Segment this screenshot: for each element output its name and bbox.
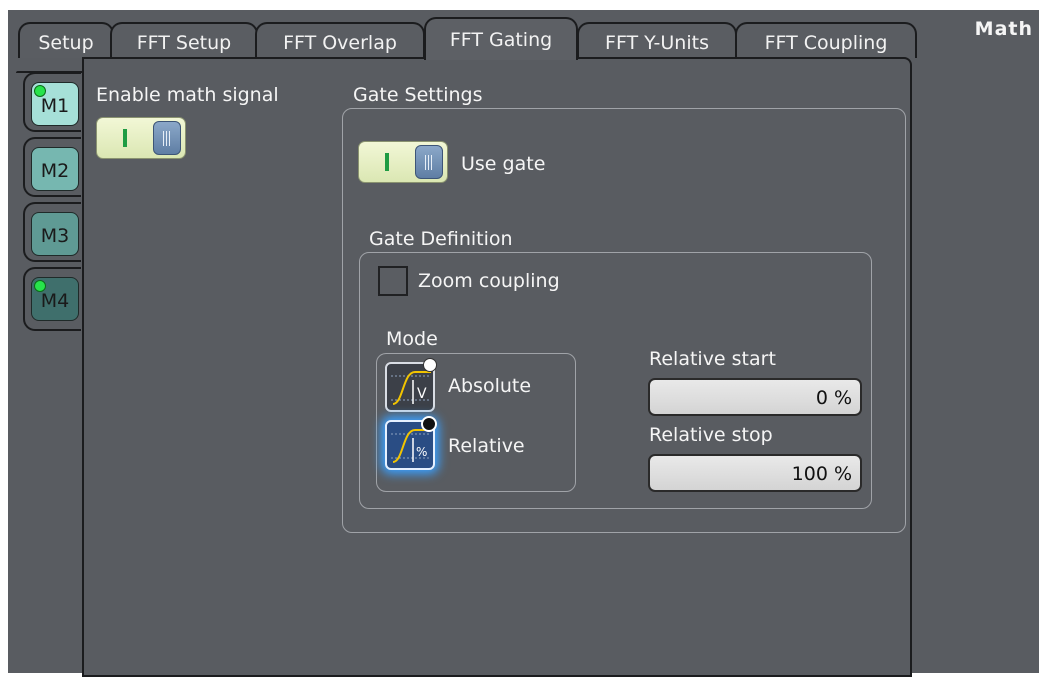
side-tab-m1[interactable]: M1: [23, 72, 81, 132]
side-tab-m2-button[interactable]: M2: [31, 147, 79, 191]
toggle-knob-icon: [153, 121, 181, 155]
mode-label: Mode: [386, 328, 438, 350]
enabled-indicator-icon: [34, 280, 46, 292]
side-tab-m4-label: M4: [40, 290, 70, 312]
side-panel-border: [82, 330, 84, 675]
mode-indicator-icon: [421, 416, 437, 432]
side-tab-m1-button[interactable]: M1: [31, 82, 79, 126]
svg-text:%: %: [416, 445, 427, 459]
toggle-on-icon: [385, 153, 389, 171]
tab-fft-setup[interactable]: FFT Setup: [110, 22, 258, 58]
enable-math-label: Enable math signal: [96, 84, 279, 106]
relative-start-label: Relative start: [649, 348, 776, 370]
side-tab-m3[interactable]: M3: [23, 202, 81, 262]
enabled-indicator-icon: [34, 85, 46, 97]
use-gate-toggle[interactable]: [358, 141, 448, 183]
relative-start-field[interactable]: 0 %: [648, 378, 862, 416]
gate-definition-title: Gate Definition: [369, 228, 513, 250]
side-tab-m4[interactable]: M4: [23, 267, 81, 331]
zoom-coupling-checkbox[interactable]: [378, 266, 408, 296]
mode-indicator-icon: [423, 358, 437, 372]
mode-relative-label: Relative: [448, 435, 525, 457]
tab-fft-gating[interactable]: FFT Gating: [424, 17, 578, 60]
side-tab-m4-button[interactable]: M4: [31, 277, 79, 321]
zoom-coupling-label: Zoom coupling: [418, 270, 560, 292]
side-tab-m2[interactable]: M2: [23, 137, 81, 197]
mode-relative-button[interactable]: %: [385, 416, 437, 470]
toggle-knob-icon: [415, 145, 443, 179]
side-tab-m1-label: M1: [40, 95, 70, 117]
svg-text:V: V: [417, 386, 427, 402]
tab-fft-coupling[interactable]: FFT Coupling: [735, 22, 917, 58]
relative-stop-label: Relative stop: [649, 424, 773, 446]
mode-absolute-label: Absolute: [448, 375, 532, 397]
tab-fft-y-units[interactable]: FFT Y-Units: [577, 22, 737, 58]
toggle-on-icon: [123, 129, 127, 147]
mode-absolute-button[interactable]: V: [385, 358, 437, 412]
use-gate-label: Use gate: [461, 153, 546, 175]
side-tab-m2-label: M2: [40, 160, 70, 182]
absolute-gate-icon: V: [391, 371, 431, 405]
window-title: Math: [974, 18, 1033, 40]
tab-fft-overlap[interactable]: FFT Overlap: [255, 22, 425, 58]
enable-math-toggle[interactable]: [96, 117, 186, 159]
relative-stop-field[interactable]: 100 %: [648, 454, 862, 492]
tab-setup[interactable]: Setup: [18, 22, 114, 58]
gate-settings-title: Gate Settings: [353, 84, 483, 106]
side-tab-m3-button[interactable]: M3: [31, 212, 79, 256]
side-tab-m3-label: M3: [40, 225, 70, 247]
